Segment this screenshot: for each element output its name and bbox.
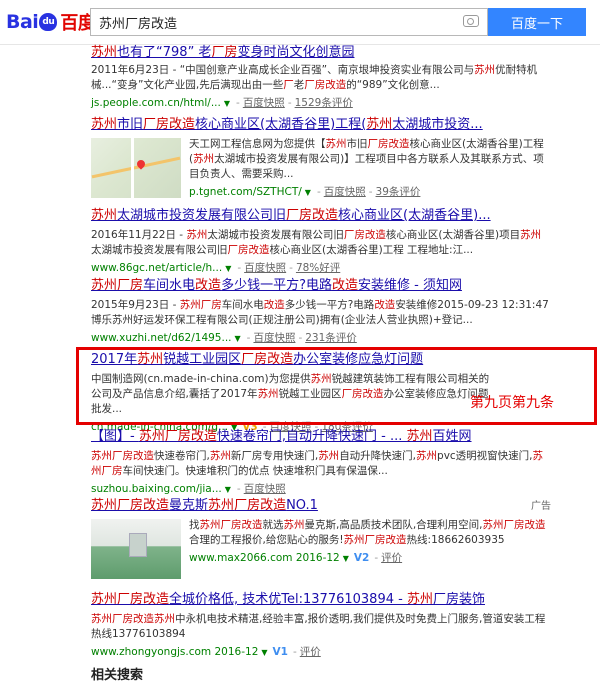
search-box bbox=[90, 8, 488, 36]
ad-item: 苏州厂房改造全城价格低, 技术优Tel:13776103894 - 苏州厂房装饰… bbox=[91, 591, 551, 659]
result-item: 【图】- 苏州厂房改造快速卷帘门,自动升降快速门 - ... 苏州百姓网 苏州厂… bbox=[91, 428, 551, 496]
reviews-link[interactable]: 78%好评 bbox=[296, 262, 340, 274]
search-input[interactable] bbox=[91, 9, 447, 35]
baidu-logo[interactable]: Bai du 百度 bbox=[6, 10, 96, 34]
top-bar: Bai du 百度 百度一下 bbox=[0, 0, 600, 45]
chevron-down-icon[interactable]: ▼ bbox=[343, 554, 349, 563]
result-item: 苏州市旧厂房改造核心商业区(太湖香谷里)工程(苏州太湖城市投资... 天工网工程… bbox=[91, 116, 551, 199]
result-title[interactable]: 苏州太湖城市投资发展有限公司旧厂房改造核心商业区(太湖香谷里)... bbox=[91, 207, 551, 224]
snapshot-link[interactable]: 百度快照 bbox=[324, 186, 366, 198]
v-badge[interactable]: V2 bbox=[354, 552, 369, 564]
eval-link[interactable]: 评价 bbox=[381, 552, 402, 564]
paw-icon: du bbox=[39, 13, 58, 31]
camera-icon[interactable] bbox=[463, 15, 479, 27]
reviews-link[interactable]: 39条评价 bbox=[376, 186, 421, 198]
chevron-down-icon[interactable]: ▼ bbox=[225, 264, 231, 273]
reviews-link[interactable]: 231条评价 bbox=[305, 332, 357, 344]
result-url[interactable]: www.86gc.net/article/h... bbox=[91, 262, 222, 274]
factory-image[interactable] bbox=[91, 519, 181, 579]
result-meta: js.people.com.cn/html/... ▼ - 百度快照 -1529条评价 bbox=[91, 97, 353, 109]
eval-link[interactable]: 评价 bbox=[300, 646, 321, 658]
result-item: 苏州厂房车间水电改造多少钱一平方?电路改造安装维修 - 须知网 2015年9月2… bbox=[91, 277, 551, 345]
result-title[interactable]: 苏州也有了“798” 老厂房变身时尚文化创意园 bbox=[91, 44, 551, 61]
result-title[interactable]: 【图】- 苏州厂房改造快速卷帘门,自动升降快速门 - ... 苏州百姓网 bbox=[91, 428, 551, 445]
ad-url[interactable]: www.zhongyongjs.com bbox=[91, 646, 211, 658]
result-meta: www.xuzhi.net/d62/1495... ▼ - 百度快照 -231条评价 bbox=[91, 332, 357, 344]
ad-title[interactable]: 苏州厂房改造全城价格低, 技术优Tel:13776103894 - 苏州厂房装饰 bbox=[91, 591, 551, 608]
result-abstract: 2016年11月22日 - 苏州太湖城市投资发展有限公司旧厂房改造核心商业区(太… bbox=[91, 229, 542, 256]
snapshot-link[interactable]: 百度快照 bbox=[244, 483, 286, 495]
ad-title[interactable]: 苏州厂房改造曼克斯苏州厂房改造NO.1 bbox=[91, 497, 551, 514]
snapshot-link[interactable]: 百度快照 bbox=[243, 97, 285, 109]
result-item: 苏州太湖城市投资发展有限公司旧厂房改造核心商业区(太湖香谷里)... 2016年… bbox=[91, 207, 551, 275]
annotation-highlight-box bbox=[76, 347, 597, 425]
ad-item: 广告 苏州厂房改造曼克斯苏州厂房改造NO.1 找苏州厂房改造就选苏州曼克斯,高品… bbox=[91, 497, 551, 579]
result-item: 苏州也有了“798” 老厂房变身时尚文化创意园 2011年6月23日 - “中国… bbox=[91, 44, 551, 110]
ad-date: 2016-12 bbox=[295, 552, 340, 564]
result-title[interactable]: 苏州市旧厂房改造核心商业区(太湖香谷里)工程(苏州太湖城市投资... bbox=[91, 116, 551, 133]
chevron-down-icon[interactable]: ▼ bbox=[261, 648, 267, 657]
ad-abstract: 苏州厂房改造苏州中永机电技术精湛,经验丰富,报价透明,我们提供及时免费上门服务,… bbox=[91, 613, 546, 640]
result-url[interactable]: www.xuzhi.net/d62/1495... bbox=[91, 332, 232, 344]
snapshot-link[interactable]: 百度快照 bbox=[253, 332, 295, 344]
chevron-down-icon[interactable]: ▼ bbox=[235, 334, 241, 343]
ad-label: 广告 bbox=[531, 501, 551, 512]
result-url[interactable]: p.tgnet.com/SZTHCT/ bbox=[189, 186, 302, 198]
reviews-link[interactable]: 1529条评价 bbox=[295, 97, 353, 109]
snapshot-link[interactable]: 百度快照 bbox=[244, 262, 286, 274]
result-url[interactable]: suzhou.baixing.com/jia... bbox=[91, 483, 222, 495]
result-url[interactable]: js.people.com.cn/html/... bbox=[91, 97, 221, 109]
chevron-down-icon[interactable]: ▼ bbox=[225, 485, 231, 494]
logo-text-left: Bai bbox=[6, 11, 39, 33]
search-button[interactable]: 百度一下 bbox=[488, 8, 586, 36]
ad-date: 2016-12 bbox=[214, 646, 259, 658]
chevron-down-icon[interactable]: ▼ bbox=[305, 188, 311, 197]
v-badge[interactable]: V1 bbox=[273, 646, 288, 658]
annotation-label: 第九页第九条 bbox=[470, 395, 554, 411]
ad-meta: www.zhongyongjs.com 2016-12 ▼ V1- 评价 bbox=[91, 646, 321, 658]
chevron-down-icon[interactable]: ▼ bbox=[224, 99, 230, 108]
result-meta: suzhou.baixing.com/jia... ▼ - 百度快照 bbox=[91, 483, 286, 495]
result-title[interactable]: 苏州厂房车间水电改造多少钱一平方?电路改造安装维修 - 须知网 bbox=[91, 277, 551, 294]
ad-url[interactable]: www.max2066.com bbox=[189, 552, 293, 564]
result-abstract: 苏州厂房改造快速卷帘门,苏州新厂房专用快速门,苏州自动升降快速门,苏州pvc透明… bbox=[91, 450, 544, 477]
result-abstract: 2011年6月23日 - “中国创意产业高成长企业百强”、南京垠坤投资实业有限公… bbox=[91, 64, 538, 91]
map-thumbnail[interactable] bbox=[91, 138, 181, 198]
result-abstract: 2015年9月23日 - 苏州厂房车间水电改造多少钱一平方?电路改造安装维修20… bbox=[91, 299, 549, 326]
related-searches-heading: 相关搜索 bbox=[91, 668, 144, 683]
result-meta: www.86gc.net/article/h... ▼ - 百度快照 -78%好评 bbox=[91, 262, 341, 274]
